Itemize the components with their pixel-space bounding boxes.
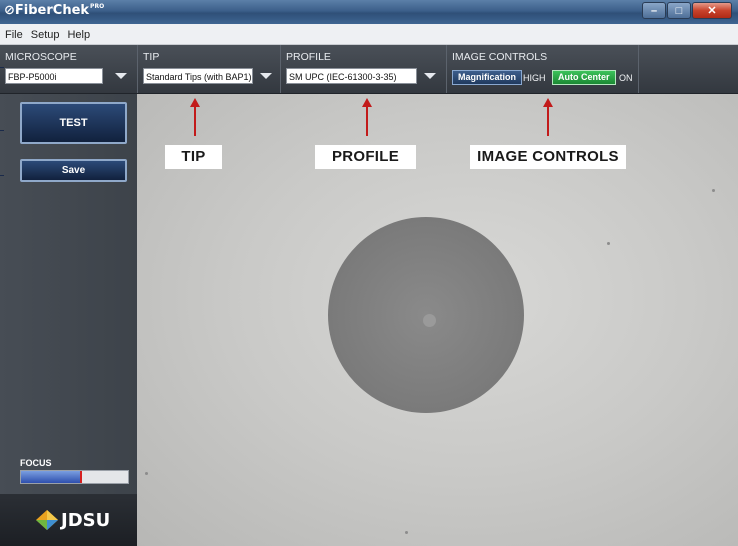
tip-dropdown-icon[interactable]: [260, 73, 272, 79]
tip-arrow: [194, 106, 196, 136]
profile-label: PROFILE: [286, 51, 331, 63]
left-panel: TEST Save FOCUS JDSU: [0, 94, 137, 546]
close-button[interactable]: ✕: [692, 2, 732, 19]
microscope-group: MICROSCOPE FBP-P5000i: [0, 45, 138, 93]
focus-marker: [80, 471, 82, 483]
jdsu-logo-icon: [36, 510, 58, 530]
tip-select[interactable]: Standard Tips (with BAP1): [143, 68, 253, 84]
microscope-label: MICROSCOPE: [5, 51, 77, 63]
debris-speck: [607, 242, 610, 245]
profile-select[interactable]: SM UPC (IEC-61300-3-35): [286, 68, 417, 84]
menu-file[interactable]: File: [0, 24, 27, 41]
profile-callout: PROFILE: [315, 145, 416, 169]
edge-tick: [0, 67, 4, 68]
profile-arrow: [366, 106, 368, 136]
menu-help[interactable]: Help: [63, 24, 94, 41]
toolbar: MICROSCOPE FBP-P5000i TIP Standard Tips …: [0, 45, 738, 94]
tip-group: TIP Standard Tips (with BAP1): [138, 45, 281, 93]
debris-speck: [145, 472, 148, 475]
maximize-button[interactable]: □: [667, 2, 691, 19]
fiber-image-view[interactable]: [137, 94, 738, 546]
fiber-core: [423, 314, 436, 327]
fiberchek-logo-icon: ⊘: [4, 3, 15, 18]
image-controls-group: IMAGE CONTROLS Magnification HIGH Auto C…: [447, 45, 639, 93]
microscope-select[interactable]: FBP-P5000i: [5, 68, 103, 84]
profile-dropdown-icon[interactable]: [424, 73, 436, 79]
image-controls-label: IMAGE CONTROLS: [452, 51, 548, 63]
test-button[interactable]: TEST: [20, 102, 127, 144]
app-title: ⊘FiberChekPRO: [4, 3, 104, 18]
magnification-value: HIGH: [523, 73, 546, 83]
focus-bar: [20, 470, 129, 484]
minimize-icon: –: [650, 4, 658, 17]
microscope-dropdown-icon[interactable]: [115, 73, 127, 79]
minimize-button[interactable]: –: [642, 2, 666, 19]
image-controls-callout: IMAGE CONTROLS: [470, 145, 626, 169]
app-title-sup: PRO: [90, 3, 105, 10]
focus-label: FOCUS: [20, 458, 52, 468]
app-window: ⊘FiberChekPRO – □ ✕ File Setup Help MICROS…: [0, 0, 738, 546]
save-button[interactable]: Save: [20, 159, 127, 182]
focus-fill: [21, 471, 80, 483]
close-icon: ✕: [707, 5, 717, 17]
menu-setup[interactable]: Setup: [27, 24, 64, 41]
image-controls-arrow: [547, 106, 549, 136]
app-title-text: FiberChek: [14, 3, 90, 18]
title-bar: ⊘FiberChekPRO – □ ✕: [0, 0, 738, 24]
debris-speck: [405, 531, 408, 534]
tip-label: TIP: [143, 51, 160, 63]
debris-speck: [712, 189, 715, 192]
jdsu-logo-text: JDSU: [61, 510, 111, 531]
magnification-button[interactable]: Magnification: [452, 70, 522, 85]
maximize-icon: □: [675, 4, 683, 17]
profile-group: PROFILE SM UPC (IEC-61300-3-35): [281, 45, 447, 93]
auto-center-value: ON: [619, 73, 633, 83]
auto-center-button[interactable]: Auto Center: [552, 70, 616, 85]
menu-bar: File Setup Help: [0, 24, 738, 45]
tip-callout: TIP: [165, 145, 222, 169]
edge-tick: [0, 130, 4, 131]
edge-tick: [0, 175, 4, 176]
logo-area: JDSU: [0, 494, 137, 546]
